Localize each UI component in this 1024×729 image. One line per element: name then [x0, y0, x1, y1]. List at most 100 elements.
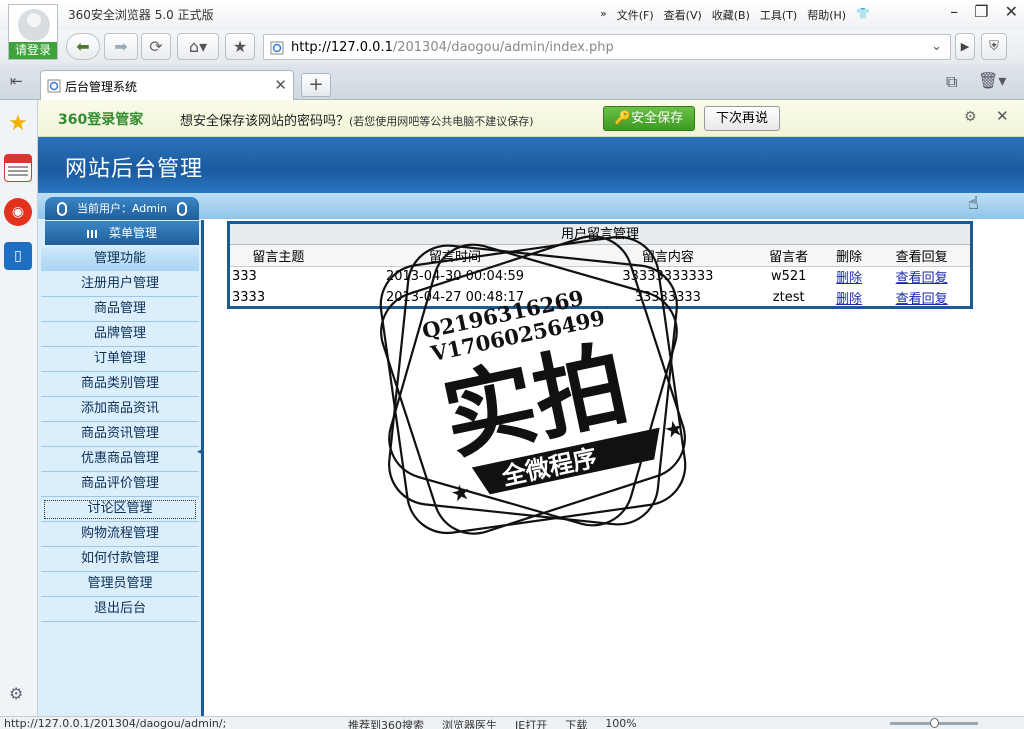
nav-item-reviews[interactable]: 商品评价管理 — [41, 472, 199, 497]
avatar-head-icon — [27, 13, 41, 27]
new-tab-button[interactable]: + — [301, 73, 331, 97]
table-row: 333 2013-04-30 00:04:59 33333333333 w521… — [230, 266, 970, 287]
nav-item-categories[interactable]: 商品类别管理 — [41, 372, 199, 397]
password-save-prompt: 想安全保存该网站的密码吗？(若您使用网吧等公共电脑不建议保存) — [180, 114, 534, 129]
menu-file[interactable]: 文件(F) — [617, 7, 654, 23]
nav-item-products[interactable]: 商品管理 — [41, 297, 199, 322]
tab-admin[interactable]: 后台管理系统 ✕ — [40, 70, 294, 100]
password-bar-close-icon[interactable]: ✕ — [996, 107, 1009, 125]
restore-icon[interactable]: ❐ — [974, 2, 988, 21]
cell-content: 33333333333 — [622, 269, 714, 285]
menu-help[interactable]: 帮助(H) — [807, 7, 846, 23]
site-title: 网站后台管理 — [65, 157, 204, 182]
cell-time: 2013-04-30 00:04:59 — [385, 269, 525, 285]
menu-more-icon[interactable]: » — [600, 7, 607, 23]
back-arrow-icon[interactable]: ⬅ — [66, 33, 100, 60]
message-table-caption: 用户留言管理 — [230, 224, 970, 245]
user-avatar[interactable]: 请登录 — [8, 4, 58, 60]
nav-item-news[interactable]: 商品资讯管理 — [41, 422, 199, 447]
forward-arrow-icon[interactable]: ➡ — [104, 33, 138, 60]
zoom-slider[interactable] — [890, 718, 978, 728]
zoom-level[interactable]: 100% — [605, 717, 636, 729]
password-settings-gear-icon[interactable]: ⚙ — [964, 109, 977, 125]
mobile-phone-icon[interactable]: ▯ — [4, 242, 32, 270]
delete-link[interactable]: 删除 — [836, 271, 862, 286]
trash-icon[interactable]: 🗑▾ — [978, 71, 1006, 90]
cell-author: w521 — [770, 269, 807, 285]
nav-item-discounts[interactable]: 优惠商品管理 — [41, 447, 199, 472]
home-icon[interactable]: ⌂▾ — [177, 33, 219, 60]
weibo-icon[interactable]: ◉ — [4, 198, 32, 226]
cell-reply: 查看回复 — [873, 266, 970, 287]
browser-sidebar: ★ ◉ ▯ ⚙ — [0, 100, 38, 716]
watermark-big-text: 实拍 — [434, 330, 636, 473]
security-shield-icon[interactable]: ⛨ — [981, 33, 1007, 60]
nav-item-users[interactable]: 注册用户管理 — [41, 272, 199, 297]
news-icon[interactable] — [4, 154, 32, 182]
minimize-icon[interactable]: – — [950, 2, 958, 21]
login-manager-brand: 360登录管家 — [58, 112, 144, 128]
menu-tools[interactable]: 工具(T) — [760, 7, 797, 23]
key-icon: 🔑 — [614, 111, 632, 126]
downloads[interactable]: 下载 — [565, 717, 587, 729]
address-url[interactable]: http://127.0.0.1/201304/daogou/admin/ind… — [291, 40, 614, 55]
watermark-ribbon-text: 全微程序 — [499, 444, 600, 492]
col-author: 留言者 — [752, 245, 825, 267]
refresh-icon[interactable]: ⟳ — [141, 33, 171, 60]
col-content: 留言内容 — [583, 245, 753, 267]
nav-item-add-news[interactable]: 添加商品资讯 — [41, 397, 199, 422]
admin-sidebar: 菜单管理 管理功能 注册用户管理 商品管理 品牌管理 订单管理 商品类别管理 添… — [38, 220, 204, 716]
status-bar: http://127.0.0.1/201304/daogou/admin/; 推… — [0, 716, 1024, 729]
browser-doctor[interactable]: 浏览器医生 — [442, 717, 497, 729]
zoom-slider-knob[interactable] — [930, 718, 939, 728]
cell-author: ztest — [772, 290, 805, 305]
nav-item-payment[interactable]: 如何付款管理 — [41, 547, 199, 572]
safe-save-button[interactable]: 🔑安全保存 — [603, 106, 695, 131]
message-table-header: 留言主题 留言时间 留言内容 留言者 删除 查看回复 — [230, 245, 970, 267]
nav-item-forum[interactable]: 讨论区管理 — [41, 497, 199, 522]
watermark-star-icon: ★ — [449, 480, 474, 509]
cell-subject: 3333 — [232, 290, 266, 305]
view-reply-link[interactable]: 查看回复 — [896, 292, 948, 307]
menu-view[interactable]: 查看(V) — [664, 7, 702, 23]
open-in-ie[interactable]: IE打开 — [515, 717, 547, 729]
message-management-panel: 用户留言管理 留言主题 留言时间 留言内容 留言者 删除 查看回复 333 20… — [227, 221, 973, 309]
go-arrow-icon[interactable]: ▶ — [955, 33, 975, 60]
watermark-star-icon: ★ — [662, 416, 687, 445]
tab-close-icon[interactable]: ✕ — [274, 76, 287, 94]
cell-delete: 删除 — [825, 287, 873, 308]
menu-favorites[interactable]: 收藏(B) — [712, 7, 750, 23]
close-window-icon[interactable]: ✕ — [1005, 2, 1018, 21]
next-time-button[interactable]: 下次再说 — [704, 106, 780, 131]
tab-bar: ⇤ 后台管理系统 ✕ + ⧉ 🗑▾ — [0, 64, 1024, 100]
binder-ring-icon — [57, 202, 67, 216]
web-page: 网站后台管理 当前用户：Admin 菜单管理 管理功能 注册用户管理 商品管理 … — [38, 137, 1024, 716]
nav-item-orders[interactable]: 订单管理 — [41, 347, 199, 372]
tab-title: 后台管理系统 — [65, 80, 138, 94]
address-dropdown-icon[interactable]: ⌄ — [931, 39, 942, 54]
nav-item-logout[interactable]: 退出后台 — [41, 597, 199, 622]
window-controls: – ❐ ✕ — [950, 2, 1018, 21]
nav-item-admins[interactable]: 管理员管理 — [41, 572, 199, 597]
skin-shirt-icon[interactable]: 👕 — [856, 7, 870, 23]
nav-item-shopping-flow[interactable]: 购物流程管理 — [41, 522, 199, 547]
sidebar-toggle-icon[interactable]: ⇤ — [10, 72, 23, 90]
favorites-star-icon[interactable]: ★ — [4, 110, 32, 138]
view-reply-link[interactable]: 查看回复 — [896, 271, 948, 286]
delete-link[interactable]: 删除 — [836, 292, 862, 307]
current-user-bar: 当前用户：Admin — [45, 197, 199, 220]
cell-reply: 查看回复 — [873, 287, 970, 308]
settings-gear-icon[interactable]: ⚙ — [9, 684, 23, 703]
window-list-icon[interactable]: ⧉ — [946, 72, 957, 92]
recommend-360-search[interactable]: 推荐到360搜索 — [348, 717, 424, 729]
nav-item-brands[interactable]: 品牌管理 — [41, 322, 199, 347]
star-favorite-icon[interactable]: ★ — [225, 33, 255, 60]
col-time: 留言时间 — [326, 245, 584, 267]
function-header: 管理功能 — [41, 247, 199, 271]
cell-delete: 删除 — [825, 266, 873, 287]
address-bar[interactable]: http://127.0.0.1/201304/daogou/admin/ind… — [263, 34, 951, 60]
cell-content: 33333333 — [634, 290, 701, 305]
table-row: 3333 2013-04-27 00:48:17 33333333 ztest … — [230, 287, 970, 308]
collapse-arrow-icon[interactable]: ◀ — [197, 447, 204, 457]
login-label[interactable]: 请登录 — [9, 42, 57, 59]
